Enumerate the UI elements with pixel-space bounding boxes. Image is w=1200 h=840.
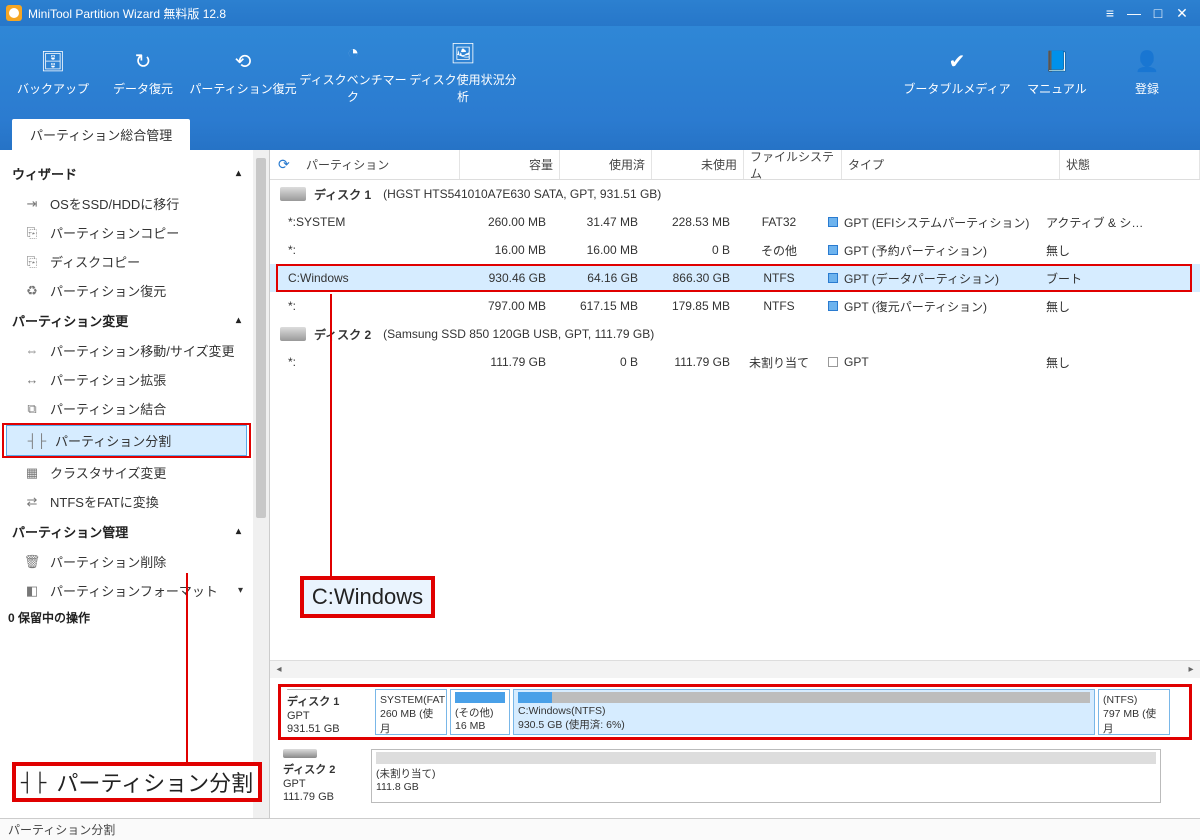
recover-icon: ↻ <box>129 50 157 74</box>
tool-manual[interactable]: 📘マニュアル <box>1012 33 1102 113</box>
resize-icon: ⇔ <box>24 343 40 359</box>
register-icon: 👤 <box>1133 50 1161 74</box>
h-scrollbar[interactable]: ◂ ▸ <box>270 660 1200 678</box>
partition-row[interactable]: C:Windows930.46 GB64.16 GB866.30 GBNTFSG… <box>270 264 1200 292</box>
disk-icon <box>280 187 306 201</box>
col-type[interactable]: タイプ <box>842 150 1060 179</box>
split-icon: ┤├ <box>29 433 45 449</box>
partition-row[interactable]: *:797.00 MB617.15 MB179.85 MBNTFSGPT (復元… <box>270 292 1200 320</box>
col-free[interactable]: 未使用 <box>652 150 744 179</box>
extend-icon: ↔ <box>24 372 40 388</box>
merge-icon: ⧉ <box>24 401 40 417</box>
tab-partition-mgr[interactable]: パーティション総合管理 <box>12 119 190 150</box>
migrate-icon: ⇥ <box>24 196 40 212</box>
benchmark-icon: ◔ <box>339 41 367 65</box>
callout-split: ┤├ パーティション分割 <box>12 762 262 802</box>
tool-usage[interactable]: 🖼ディスク使用状況分析 <box>408 33 518 113</box>
chg-split[interactable]: ┤├パーティション分割 <box>6 425 247 456</box>
disk-icon <box>287 689 321 690</box>
partition-recover-icon: ⟲ <box>229 50 257 74</box>
map-disk1-info: ディスク 1 GPT 931.51 GB <box>283 689 375 735</box>
wiz-disk-copy[interactable]: ⎘ディスクコピー <box>0 247 253 276</box>
convert-icon: ⇄ <box>24 494 40 510</box>
map-segment[interactable]: (その他)16 MB <box>450 689 510 735</box>
disk-icon <box>283 749 317 758</box>
manual-icon: 📘 <box>1043 50 1071 74</box>
col-status[interactable]: 状態 <box>1060 150 1200 179</box>
chg-cluster[interactable]: ▦クラスタサイズ変更 <box>0 458 253 487</box>
partition-row[interactable]: *:16.00 MB16.00 MB0 Bその他GPT (予約パーティション)無… <box>270 236 1200 264</box>
cluster-icon: ▦ <box>24 465 40 481</box>
section-partition-change[interactable]: パーティション変更▴ <box>0 305 253 336</box>
chg-merge[interactable]: ⧉パーティション結合 <box>0 394 253 423</box>
chevron-down-icon: ▾ <box>238 585 243 596</box>
recover-icon: ♻ <box>24 283 40 299</box>
disk-copy-icon: ⎘ <box>24 254 40 270</box>
sidebar-scrollbar[interactable] <box>253 150 269 818</box>
tab-row: パーティション総合管理 <box>0 120 1200 150</box>
disk-map: ディスク 1 GPT 931.51 GB SYSTEM(FAT260 MB (使… <box>270 678 1200 818</box>
section-partition-manage[interactable]: パーティション管理▴ <box>0 516 253 547</box>
grid-header: ⟳ パーティション 容量 使用済 未使用 ファイルシステム タイプ 状態 <box>270 150 1200 180</box>
map-disk1: ディスク 1 GPT 931.51 GB SYSTEM(FAT260 MB (使… <box>278 684 1192 740</box>
tool-register[interactable]: 👤登録 <box>1102 33 1192 113</box>
chevron-up-icon: ▴ <box>236 315 241 326</box>
refresh-icon[interactable]: ⟳ <box>278 156 300 173</box>
minimize-button[interactable]: — <box>1122 5 1146 21</box>
app-title: MiniTool Partition Wizard 無料版 12.8 <box>28 5 226 22</box>
status-text: パーティション分割 <box>8 821 115 838</box>
col-used[interactable]: 使用済 <box>560 150 652 179</box>
tool-data-recover[interactable]: ↻データ復元 <box>98 33 188 113</box>
statusbar: パーティション分割 <box>0 818 1200 840</box>
partition-row[interactable]: *:111.79 GB0 B111.79 GB未割り当てGPT無し <box>270 348 1200 376</box>
chevron-up-icon: ▴ <box>236 526 241 537</box>
wiz-os-migrate[interactable]: ⇥OSをSSD/HDDに移行 <box>0 189 253 218</box>
chevron-up-icon: ▴ <box>236 168 241 179</box>
pending-ops: 0 保留中の操作 <box>0 605 253 630</box>
disk2-header[interactable]: ディスク 2 (Samsung SSD 850 120GB USB, GPT, … <box>270 320 1200 348</box>
split-icon: ┤├ <box>21 772 47 793</box>
tool-benchmark[interactable]: ◔ディスクベンチマーク <box>298 33 408 113</box>
maximize-button[interactable]: □ <box>1146 5 1170 21</box>
backup-icon: 🗄 <box>39 50 67 74</box>
tool-backup[interactable]: 🗄バックアップ <box>8 33 98 113</box>
chg-extend[interactable]: ↔パーティション拡張 <box>0 365 253 394</box>
col-capacity[interactable]: 容量 <box>460 150 560 179</box>
map-segment[interactable]: (未割り当て)111.8 GB <box>371 749 1161 803</box>
titlebar: MiniTool Partition Wizard 無料版 12.8 ≡ — □… <box>0 0 1200 26</box>
sidebar: ウィザード▴ ⇥OSをSSD/HDDに移行 ⎘パーティションコピー ⎘ディスクコ… <box>0 150 270 818</box>
tool-partition-recover[interactable]: ⟲パーティション復元 <box>188 33 298 113</box>
bootable-icon: ✔ <box>943 50 971 74</box>
map-segment[interactable]: C:Windows(NTFS)930.5 GB (使用済: 6%) <box>513 689 1095 735</box>
app-logo-icon <box>6 5 22 21</box>
usage-icon: 🖼 <box>449 41 477 65</box>
map-disk2: ディスク 2 GPT 111.79 GB (未割り当て)111.8 GB <box>278 748 1192 804</box>
mgr-format[interactable]: ◧パーティションフォーマット▾ <box>0 576 253 605</box>
partition-row[interactable]: *:SYSTEM260.00 MB31.47 MB228.53 MBFAT32G… <box>270 208 1200 236</box>
disk-icon <box>280 327 306 341</box>
copy-icon: ⎘ <box>24 225 40 241</box>
mgr-delete[interactable]: 🗑パーティション削除 <box>0 547 253 576</box>
close-button[interactable]: ✕ <box>1170 5 1194 22</box>
disk1-header[interactable]: ディスク 1 (HGST HTS541010A7E630 SATA, GPT, … <box>270 180 1200 208</box>
delete-icon: 🗑 <box>24 554 40 570</box>
menu-icon[interactable]: ≡ <box>1098 5 1122 21</box>
content-area: ⟳ パーティション 容量 使用済 未使用 ファイルシステム タイプ 状態 ディス… <box>270 150 1200 818</box>
chg-ntfs-fat[interactable]: ⇄NTFSをFATに変換 <box>0 487 253 516</box>
main-toolbar: 🗄バックアップ ↻データ復元 ⟲パーティション復元 ◔ディスクベンチマーク 🖼デ… <box>0 26 1200 120</box>
col-partition[interactable]: パーティション <box>300 150 460 179</box>
wiz-partition-recover[interactable]: ♻パーティション復元 <box>0 276 253 305</box>
section-wizard[interactable]: ウィザード▴ <box>0 158 253 189</box>
map-disk2-info: ディスク 2 GPT 111.79 GB <box>279 749 371 803</box>
tool-bootable[interactable]: ✔ブータブルメディア <box>902 33 1012 113</box>
map-segment[interactable]: (NTFS)797 MB (使月 <box>1098 689 1170 735</box>
col-fs[interactable]: ファイルシステム <box>744 150 842 179</box>
scroll-right-icon[interactable]: ▸ <box>1182 664 1200 675</box>
map-segment[interactable]: SYSTEM(FAT260 MB (使月 <box>375 689 447 735</box>
scroll-left-icon[interactable]: ◂ <box>270 664 288 675</box>
chg-move-resize[interactable]: ⇔パーティション移動/サイズ変更 <box>0 336 253 365</box>
wiz-partition-copy[interactable]: ⎘パーティションコピー <box>0 218 253 247</box>
format-icon: ◧ <box>24 583 40 599</box>
callout-cwindows: C:Windows <box>300 576 435 618</box>
